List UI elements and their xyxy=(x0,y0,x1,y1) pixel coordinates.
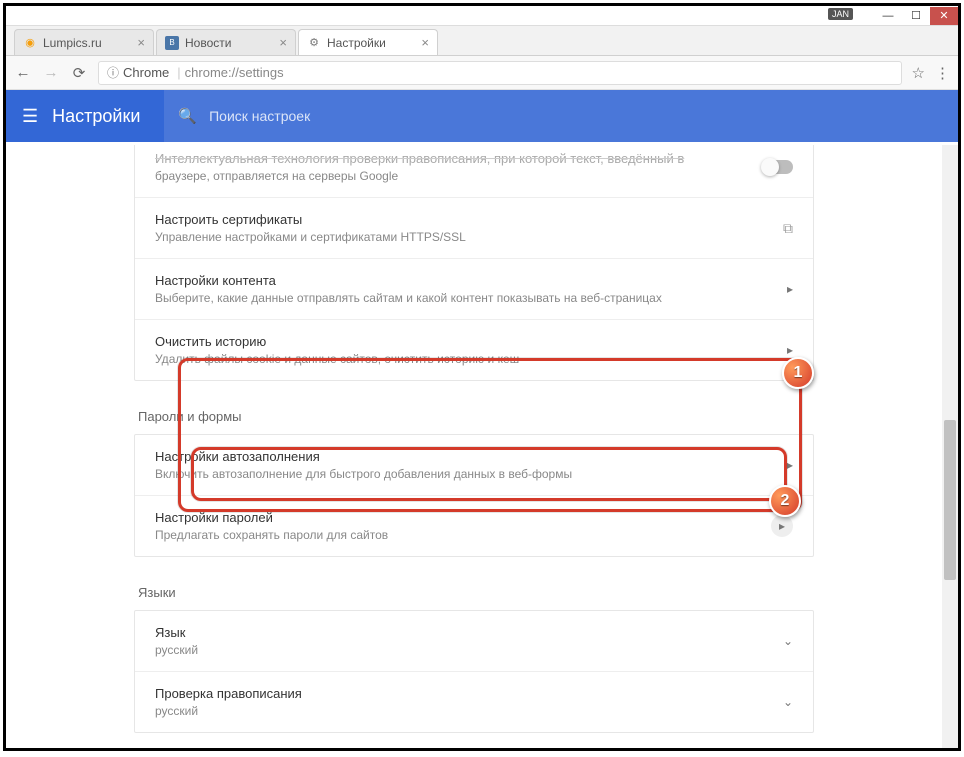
url-text: chrome://settings xyxy=(185,65,284,80)
row-subtitle: Выберите, какие данные отправлять сайтам… xyxy=(155,291,787,305)
toggle-switch[interactable] xyxy=(763,160,793,174)
tab-title: Новости xyxy=(185,36,275,50)
sun-icon: ◉ xyxy=(23,36,37,50)
row-subtitle: Предлагать сохранять пароли для сайтов xyxy=(155,528,771,542)
tab-title: Lumpics.ru xyxy=(43,36,133,50)
scrollbar[interactable] xyxy=(942,145,958,748)
search-icon: 🔍 xyxy=(178,107,197,125)
scrollbar-thumb[interactable] xyxy=(944,420,956,580)
settings-search[interactable]: 🔍 xyxy=(164,90,958,142)
row-subtitle: русский xyxy=(155,704,783,718)
row-subtitle: Включить автозаполнение для быстрого доб… xyxy=(155,467,787,481)
card-privacy: Интеллектуальная технология проверки пра… xyxy=(134,145,814,381)
settings-header: ☰ Настройки 🔍 xyxy=(6,90,958,142)
chevron-down-icon: ⌄ xyxy=(783,634,793,648)
scheme-label: Chrome xyxy=(123,65,169,80)
section-heading-languages: Языки xyxy=(134,573,814,610)
close-icon[interactable]: × xyxy=(421,35,429,50)
bookmark-icon[interactable]: ☆ xyxy=(912,64,925,82)
row-subtitle: браузере, отправляется на серверы Google xyxy=(155,169,763,183)
row-title: Настройки паролей xyxy=(155,510,771,525)
reload-button[interactable]: ⟳ xyxy=(70,64,88,82)
tab-strip: ◉ Lumpics.ru × B Новости × ⚙ Настройки × xyxy=(6,26,958,56)
row-language[interactable]: Язык русский ⌄ xyxy=(135,611,813,672)
titlebar: JAN — ☐ ✕ xyxy=(6,6,958,26)
annotation-badge-1: 1 xyxy=(782,357,814,389)
chevron-right-icon: ▸ xyxy=(787,343,793,357)
row-clear-history[interactable]: Очистить историю Удалить файлы cookie и … xyxy=(135,320,813,380)
maximize-button[interactable]: ☐ xyxy=(902,7,930,25)
external-link-icon: ⧉ xyxy=(783,220,793,237)
row-title: Настройки автозаполнения xyxy=(155,449,787,464)
omnibox[interactable]: ⓘ Chrome | chrome://settings xyxy=(98,61,902,85)
row-content-settings[interactable]: Настройки контента Выберите, какие данны… xyxy=(135,259,813,320)
row-spellcheck[interactable]: Проверка правописания русский ⌄ xyxy=(135,672,813,732)
address-bar: ← → ⟳ ⓘ Chrome | chrome://settings ☆ ⋮ xyxy=(6,56,958,90)
scroll-area: Интеллектуальная технология проверки пра… xyxy=(6,145,942,748)
section-heading-passwords: Пароли и формы xyxy=(134,397,814,434)
row-title: Интеллектуальная технология проверки пра… xyxy=(155,151,763,166)
tab-settings[interactable]: ⚙ Настройки × xyxy=(298,29,438,55)
row-subtitle: Удалить файлы cookie и данные сайтов, оч… xyxy=(155,352,787,366)
row-certificates[interactable]: Настроить сертификаты Управление настрой… xyxy=(135,198,813,259)
row-password-settings[interactable]: Настройки паролей Предлагать сохранять п… xyxy=(135,496,813,556)
close-button[interactable]: ✕ xyxy=(930,7,958,25)
row-title: Настроить сертификаты xyxy=(155,212,783,227)
minimize-button[interactable]: — xyxy=(874,7,902,25)
forward-button[interactable]: → xyxy=(42,64,60,81)
chevron-down-icon: ⌄ xyxy=(783,695,793,709)
tab-news[interactable]: B Новости × xyxy=(156,29,296,55)
row-title: Проверка правописания xyxy=(155,686,783,701)
page-title: Настройки xyxy=(52,106,140,127)
app-window: JAN — ☐ ✕ ◉ Lumpics.ru × B Новости × ⚙ Н… xyxy=(3,3,961,751)
back-button[interactable]: ← xyxy=(14,64,32,81)
row-title: Язык xyxy=(155,625,783,640)
row-subtitle: русский xyxy=(155,643,783,657)
close-icon[interactable]: × xyxy=(279,35,287,50)
jan-badge: JAN xyxy=(828,8,853,20)
chevron-right-icon: ▸ xyxy=(771,515,793,537)
row-title: Очистить историю xyxy=(155,334,787,349)
row-title: Настройки контента xyxy=(155,273,787,288)
annotation-badge-2: 2 xyxy=(769,485,801,517)
card-passwords: Настройки автозаполнения Включить автоза… xyxy=(134,434,814,557)
chevron-right-icon: ▸ xyxy=(787,458,793,472)
row-autofill-settings[interactable]: Настройки автозаполнения Включить автоза… xyxy=(135,435,813,496)
info-icon: ⓘ xyxy=(107,64,119,81)
content-area: Интеллектуальная технология проверки пра… xyxy=(6,145,958,748)
tab-title: Настройки xyxy=(327,36,417,50)
row-spellcheck-cloud[interactable]: Интеллектуальная технология проверки пра… xyxy=(135,145,813,198)
tab-lumpics[interactable]: ◉ Lumpics.ru × xyxy=(14,29,154,55)
hamburger-icon[interactable]: ☰ xyxy=(22,106,38,127)
row-subtitle: Управление настройками и сертификатами H… xyxy=(155,230,783,244)
vk-icon: B xyxy=(165,36,179,50)
gear-icon: ⚙ xyxy=(307,36,321,50)
kebab-menu-icon[interactable]: ⋮ xyxy=(935,64,950,82)
search-input[interactable] xyxy=(209,108,944,124)
settings-panel: Интеллектуальная технология проверки пра… xyxy=(134,145,814,748)
chevron-right-icon: ▸ xyxy=(787,282,793,296)
card-languages: Язык русский ⌄ Проверка правописания рус… xyxy=(134,610,814,733)
close-icon[interactable]: × xyxy=(137,35,145,50)
